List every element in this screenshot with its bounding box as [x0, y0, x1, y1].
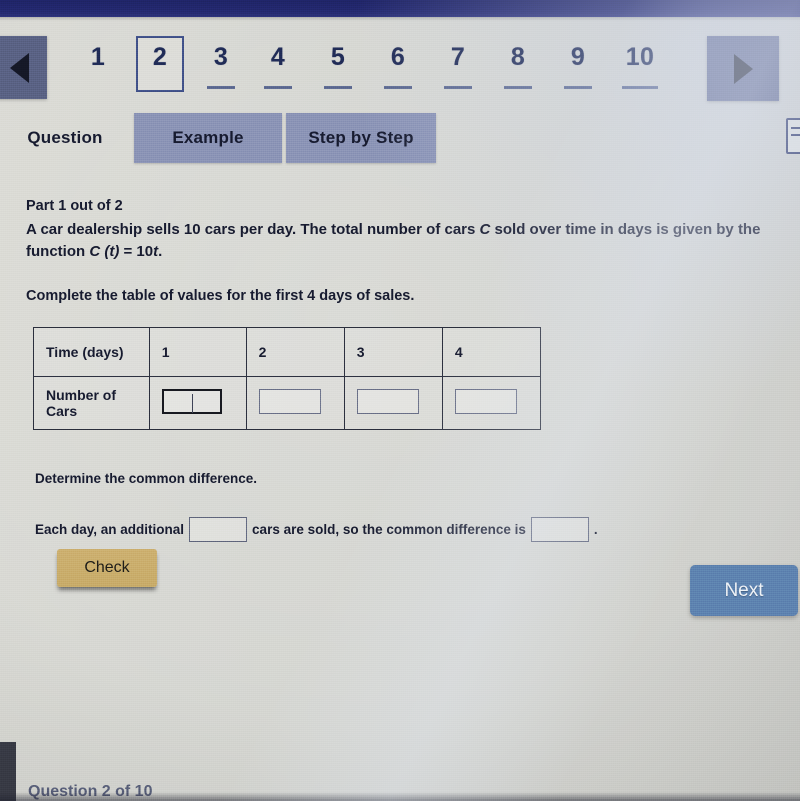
cars-cell-2 [245, 376, 345, 430]
page-number-7[interactable]: 7 [438, 40, 478, 89]
common-difference-input[interactable] [530, 517, 589, 542]
sentence-part-b: cars are sold, so the common difference … [252, 522, 526, 537]
page-number-underline [264, 86, 292, 89]
next-page-button[interactable] [707, 36, 779, 101]
cars-cell-3 [343, 376, 443, 430]
top-navy-band [0, 0, 800, 17]
page-number-label: 5 [330, 43, 346, 71]
cars-input-1[interactable] [161, 389, 222, 414]
question-stem: A car dealership sells 10 cars per day. … [26, 219, 774, 263]
row-header-time: Time (days) [33, 327, 150, 377]
page-number-label: 7 [450, 43, 466, 71]
cars-cell-1 [148, 376, 247, 430]
triangle-left-icon [10, 52, 29, 83]
cars-cell-4 [441, 376, 542, 430]
page-number-2[interactable]: 2 [136, 36, 184, 92]
page-number-underline [504, 86, 532, 89]
page-number-underline [324, 86, 352, 89]
page-number-underline [621, 86, 659, 89]
page-number-label: 6 [390, 43, 406, 71]
table-row-time: Time (days) 1234 [33, 327, 542, 377]
page-number-underline [384, 86, 412, 89]
stem-var-c: C [479, 221, 491, 238]
page-number-10[interactable]: 10 [614, 40, 666, 89]
table-instruction: Complete the table of values for the fir… [26, 288, 415, 304]
stem-text-2b: = 10 [119, 243, 154, 260]
next-button[interactable]: Next [690, 565, 798, 616]
stem-text-1: A car dealership sells 10 cars per day. … [26, 221, 480, 238]
page-number-label: 3 [213, 43, 229, 71]
page-number-6[interactable]: 6 [378, 40, 418, 89]
tab-example[interactable]: Example [134, 113, 282, 163]
tab-label: Question [27, 128, 103, 147]
page-number-5[interactable]: 5 [318, 40, 358, 89]
cars-input-2[interactable] [258, 389, 321, 414]
tab-label: Step by Step [308, 128, 414, 147]
page-number-list: 1 2 3 4 5 6 7 8 9 10 [66, 36, 696, 102]
page-number-4[interactable]: 4 [258, 40, 298, 89]
tab-step-by-step[interactable]: Step by Step [286, 113, 436, 163]
page-number-label: 9 [570, 43, 586, 71]
stem-text-2a: function [26, 243, 90, 260]
triangle-right-icon [733, 53, 753, 84]
part-label: Part 1 out of 2 [26, 198, 123, 214]
page-number-label: 10 [625, 43, 655, 71]
page-number-1[interactable]: 1 [78, 40, 118, 89]
sentence-part-a: Each day, an additional [35, 522, 185, 537]
stem-text-1b: sold over time in days is given by the [490, 221, 761, 238]
additional-cars-input[interactable] [189, 517, 248, 542]
common-difference-sentence: Each day, an additional cars are sold, s… [35, 517, 598, 542]
document-icon[interactable] [786, 118, 800, 154]
page-number-underline [207, 86, 235, 89]
time-cell-1: 1 [148, 327, 247, 377]
time-cell-3: 3 [343, 327, 443, 377]
page-number-label: 1 [90, 43, 106, 71]
page-number-9[interactable]: 9 [558, 40, 598, 89]
tab-question[interactable]: Question [0, 113, 130, 163]
cars-input-4[interactable] [454, 389, 517, 414]
table-row-cars: Number of Cars [33, 376, 542, 430]
page-number-8[interactable]: 8 [498, 40, 538, 89]
page-number-underline [444, 86, 472, 89]
page-number-3[interactable]: 3 [201, 40, 241, 89]
page-number-underline [564, 86, 592, 89]
tab-label: Example [172, 128, 244, 147]
row-header-cars: Number of Cars [33, 376, 150, 430]
cars-input-3[interactable] [356, 389, 419, 414]
tab-strip: Question Example Step by Step [0, 113, 800, 163]
page-number-label: 8 [510, 43, 526, 71]
page-number-label: 2 [152, 43, 168, 71]
time-cell-4: 4 [441, 327, 542, 377]
time-cell-2: 2 [245, 327, 345, 377]
question-content: Part 1 out of 2 A car dealership sells 1… [26, 196, 786, 306]
stem-text-2c: . [158, 243, 163, 260]
sentence-part-c: . [593, 522, 598, 537]
stem-function: C (t) [89, 243, 120, 260]
bottom-edge-shadow [0, 792, 800, 801]
values-table: Time (days) 1234 Number of Cars [33, 327, 542, 430]
page-navigation: 1 2 3 4 5 6 7 8 9 10 [0, 36, 800, 102]
previous-page-button[interactable] [0, 36, 47, 99]
check-button[interactable]: Check [57, 549, 157, 587]
common-difference-prompt: Determine the common difference. [35, 471, 258, 486]
page-number-label: 4 [270, 43, 286, 71]
top-band-shadow [0, 17, 800, 21]
